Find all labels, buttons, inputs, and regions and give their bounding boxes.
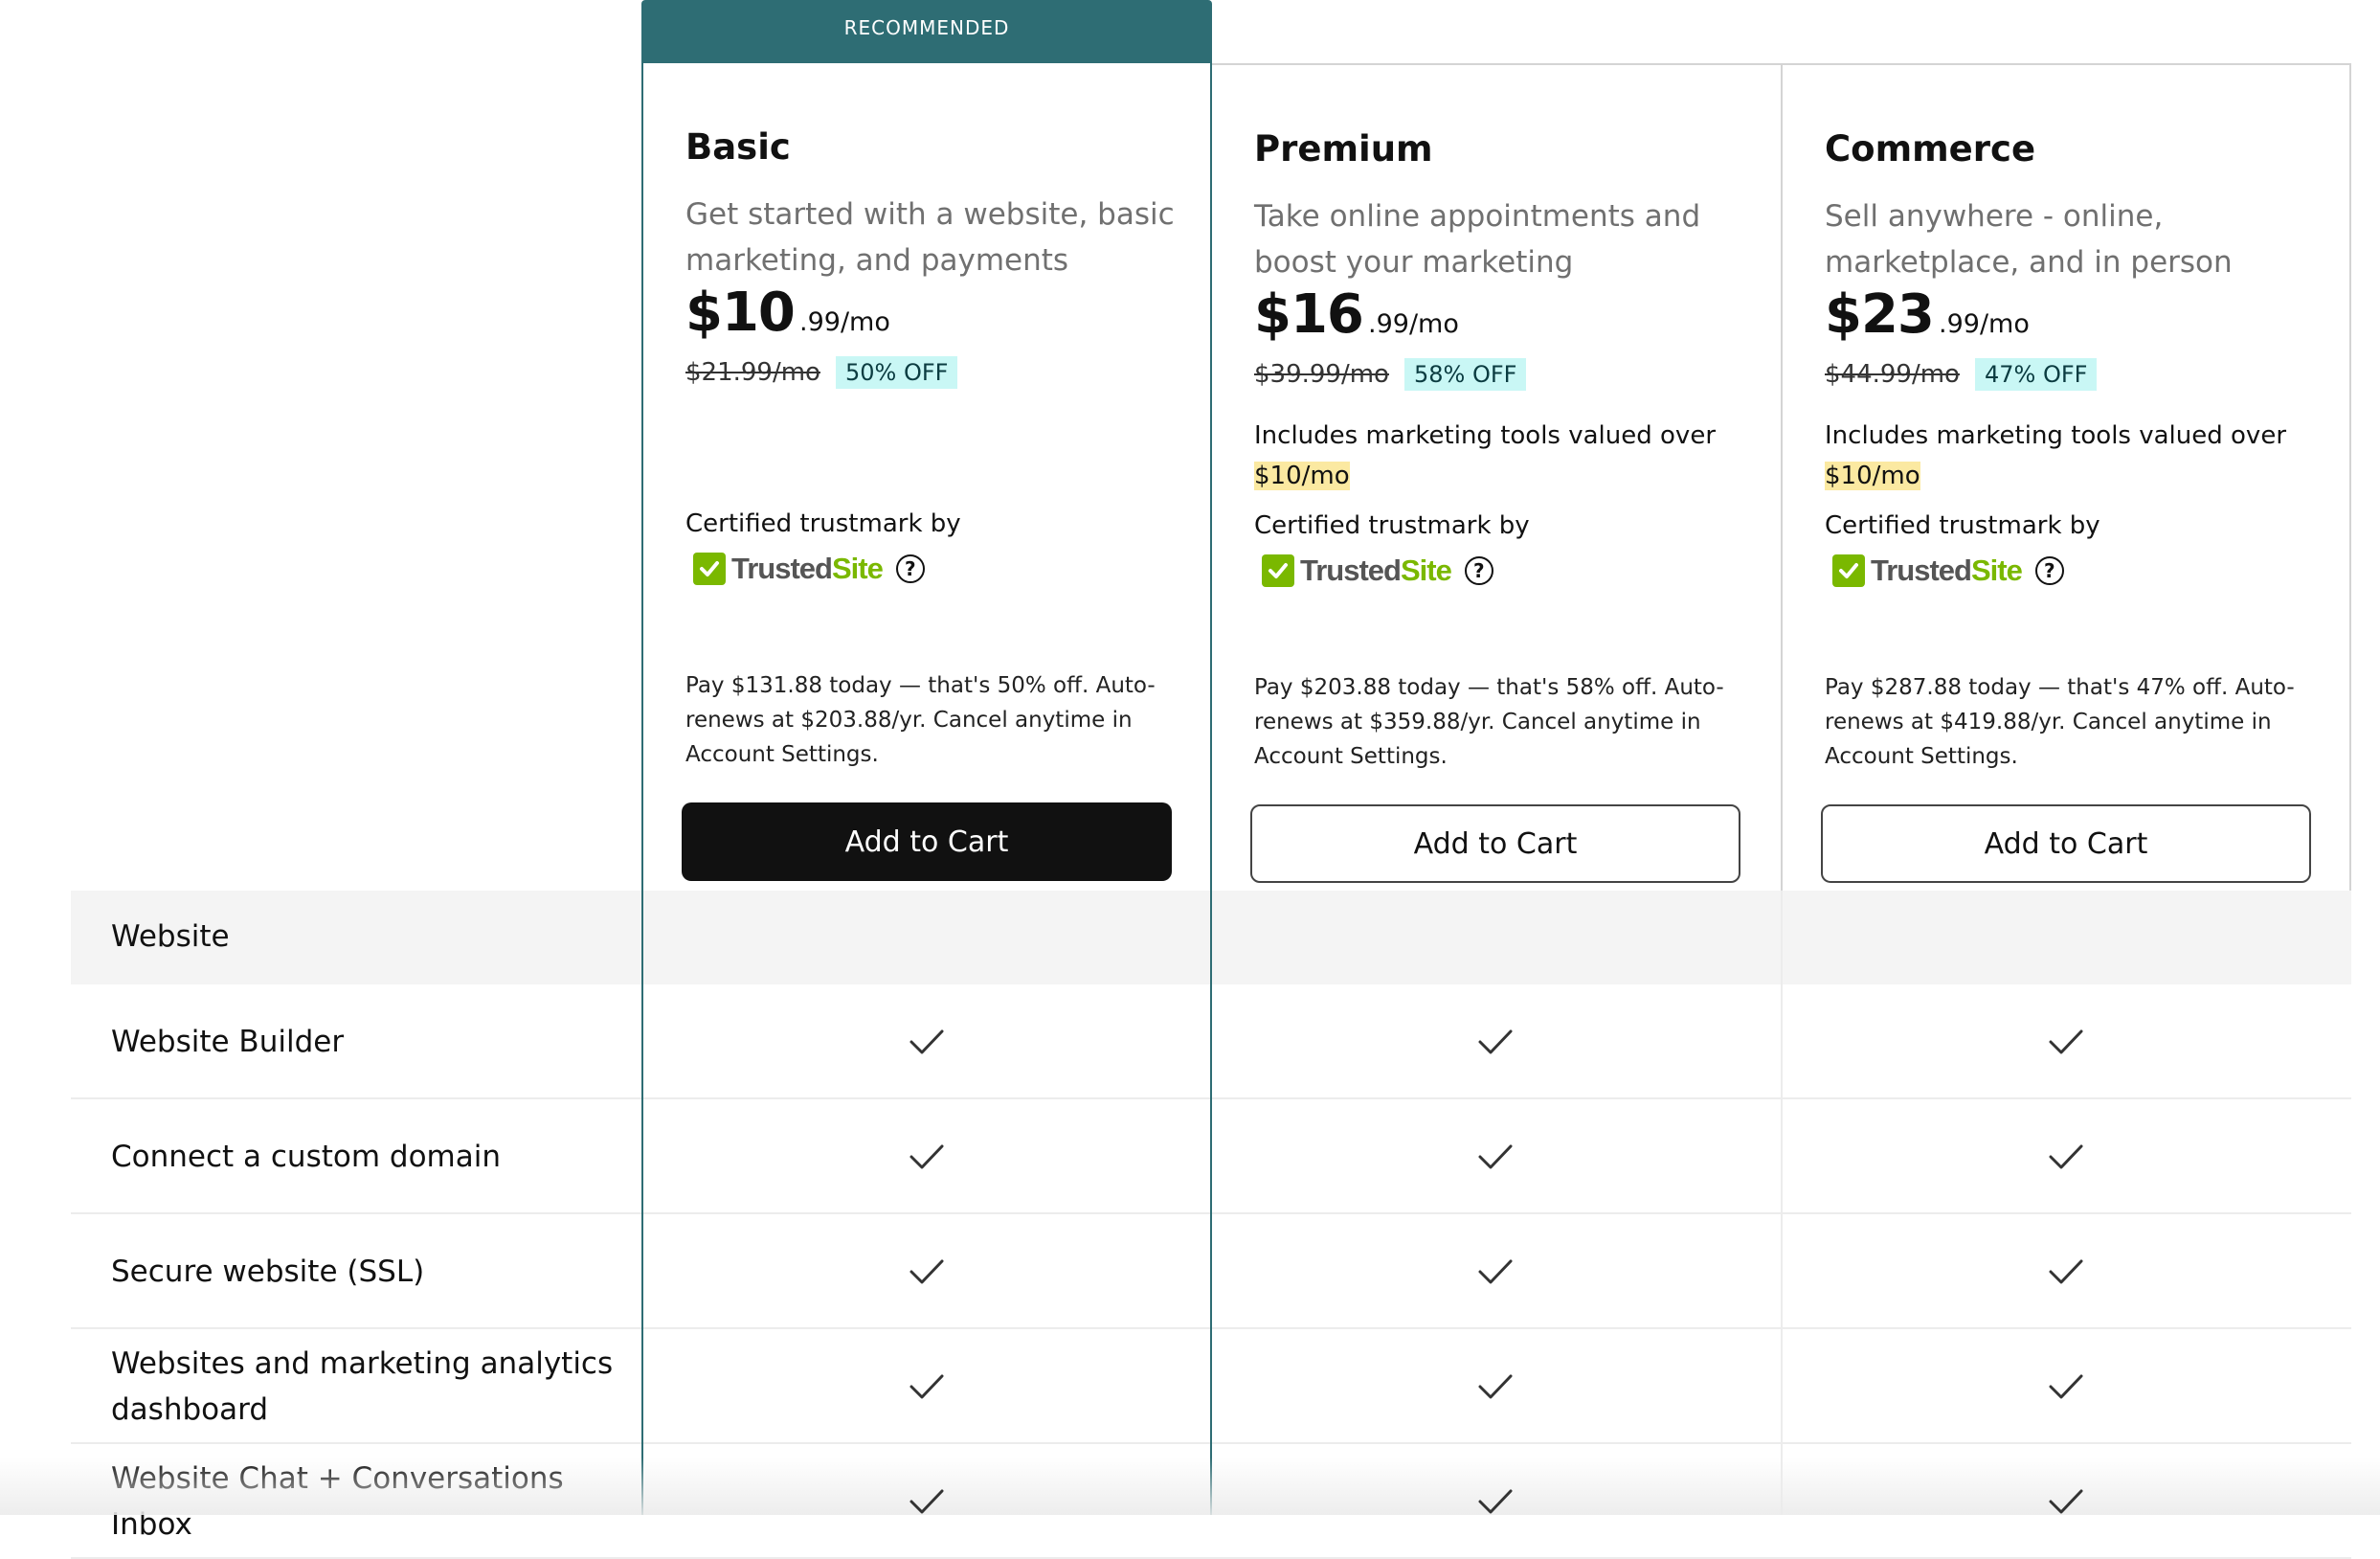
tools-text: Includes marketing tools valued over bbox=[1825, 421, 2287, 450]
checkmark-icon bbox=[909, 1144, 944, 1169]
trustedsite-badge[interactable]: TrustedSite ? bbox=[693, 552, 925, 586]
discount-badge: 58% OFF bbox=[1403, 358, 1527, 391]
trustedsite-badge[interactable]: TrustedSite ? bbox=[1832, 554, 2064, 588]
discount-badge: 50% OFF bbox=[835, 356, 958, 389]
plan-name: Premium bbox=[1254, 128, 1433, 169]
question-circle-icon[interactable]: ? bbox=[2034, 556, 2064, 585]
add-to-cart-button-commerce[interactable]: Add to Cart bbox=[1821, 804, 2311, 883]
old-price: $44.99/mo bbox=[1825, 360, 1960, 389]
trustedsite-check-icon bbox=[693, 553, 726, 585]
recommended-banner: RECOMMENDED bbox=[641, 0, 1212, 63]
old-price: $39.99/mo bbox=[1254, 360, 1389, 389]
plan-name: Basic bbox=[685, 126, 791, 168]
feature-label: Secure website (SSL) bbox=[111, 1254, 425, 1289]
tools-text: Includes marketing tools valued over bbox=[1254, 421, 1717, 450]
old-price-row: $39.99/mo 58% OFF bbox=[1254, 358, 1527, 391]
add-to-cart-button-basic[interactable]: Add to Cart bbox=[682, 802, 1172, 881]
checkmark-icon bbox=[1478, 1029, 1513, 1054]
old-price-row: $44.99/mo 47% OFF bbox=[1825, 358, 2098, 391]
column-divider bbox=[1781, 891, 1783, 1515]
checkmark-icon bbox=[909, 1029, 944, 1054]
plan-card-basic: Basic Get started with a website, basic … bbox=[641, 63, 1212, 891]
plan-description: Get started with a website, basic market… bbox=[685, 197, 1175, 278]
trustedsite-check-icon bbox=[1832, 554, 1865, 587]
discount-badge: 47% OFF bbox=[1974, 358, 2098, 391]
trustedsite-logo: TrustedSite bbox=[1871, 554, 2023, 587]
marketing-tools-note: Includes marketing tools valued over $10… bbox=[1825, 416, 2323, 496]
checkmark-icon bbox=[909, 1489, 944, 1514]
billing-terms: Pay $131.88 today — that's 50% off. Auto… bbox=[685, 673, 1156, 767]
column-divider bbox=[641, 891, 643, 1515]
trustedsite-logo: TrustedSite bbox=[731, 552, 884, 585]
plan-card-commerce: Commerce Sell anywhere - online, marketp… bbox=[1783, 63, 2351, 891]
feature-label: Connect a custom domain bbox=[111, 1140, 501, 1174]
trustedsite-check-icon bbox=[1262, 554, 1294, 587]
question-circle-icon[interactable]: ? bbox=[1464, 556, 1493, 585]
checkmark-icon bbox=[2049, 1259, 2083, 1284]
checkmark-icon bbox=[1478, 1489, 1513, 1514]
price: $10 .99/mo bbox=[685, 282, 890, 344]
certified-label: Certified trustmark by bbox=[1254, 511, 1530, 540]
checkmark-icon bbox=[2049, 1029, 2083, 1054]
checkmark-icon bbox=[909, 1374, 944, 1399]
price-main: $10 bbox=[685, 282, 796, 344]
checkmark-icon bbox=[1478, 1259, 1513, 1284]
tools-value: $10/mo bbox=[1254, 462, 1350, 490]
old-price: $21.99/mo bbox=[685, 358, 820, 387]
billing-terms: Pay $203.88 today — that's 58% off. Auto… bbox=[1254, 675, 1724, 769]
tools-value: $10/mo bbox=[1825, 462, 1920, 490]
feature-label: Websites and marketing analytics dashboa… bbox=[111, 1346, 614, 1427]
billing-terms: Pay $287.88 today — that's 47% off. Auto… bbox=[1825, 675, 2295, 769]
price-cents: .99/mo bbox=[1368, 309, 1459, 339]
plan-card-premium: Premium Take online appointments and boo… bbox=[1212, 63, 1783, 891]
checkmark-icon bbox=[2049, 1374, 2083, 1399]
price-cents: .99/mo bbox=[1939, 309, 2030, 339]
checkmark-icon bbox=[1478, 1374, 1513, 1399]
price: $23 .99/mo bbox=[1825, 283, 2030, 346]
price-main: $23 bbox=[1825, 283, 1935, 346]
column-divider bbox=[1210, 891, 1212, 1515]
question-circle-icon[interactable]: ? bbox=[895, 554, 925, 583]
feature-label: Website Builder bbox=[111, 1025, 345, 1059]
plan-name: Commerce bbox=[1825, 128, 2036, 169]
checkmark-icon bbox=[1478, 1144, 1513, 1169]
old-price-row: $21.99/mo 50% OFF bbox=[685, 356, 958, 389]
add-to-cart-button-premium[interactable]: Add to Cart bbox=[1250, 804, 1740, 883]
certified-label: Certified trustmark by bbox=[1825, 511, 2100, 540]
plan-description: Take online appointments and boost your … bbox=[1254, 199, 1701, 280]
certified-label: Certified trustmark by bbox=[685, 509, 961, 538]
trustedsite-badge[interactable]: TrustedSite ? bbox=[1262, 554, 1493, 588]
trustedsite-logo: TrustedSite bbox=[1300, 554, 1452, 587]
marketing-tools-note: Includes marketing tools valued over $10… bbox=[1254, 416, 1752, 496]
checkmark-icon bbox=[2049, 1144, 2083, 1169]
price: $16 .99/mo bbox=[1254, 283, 1459, 346]
scroll-fade bbox=[0, 1457, 2380, 1515]
checkmark-icon bbox=[909, 1259, 944, 1284]
section-label: Website bbox=[111, 919, 230, 954]
price-main: $16 bbox=[1254, 283, 1364, 346]
plan-description: Sell anywhere - online, marketplace, and… bbox=[1825, 199, 2233, 280]
checkmark-icon bbox=[2049, 1489, 2083, 1514]
price-cents: .99/mo bbox=[799, 307, 890, 337]
